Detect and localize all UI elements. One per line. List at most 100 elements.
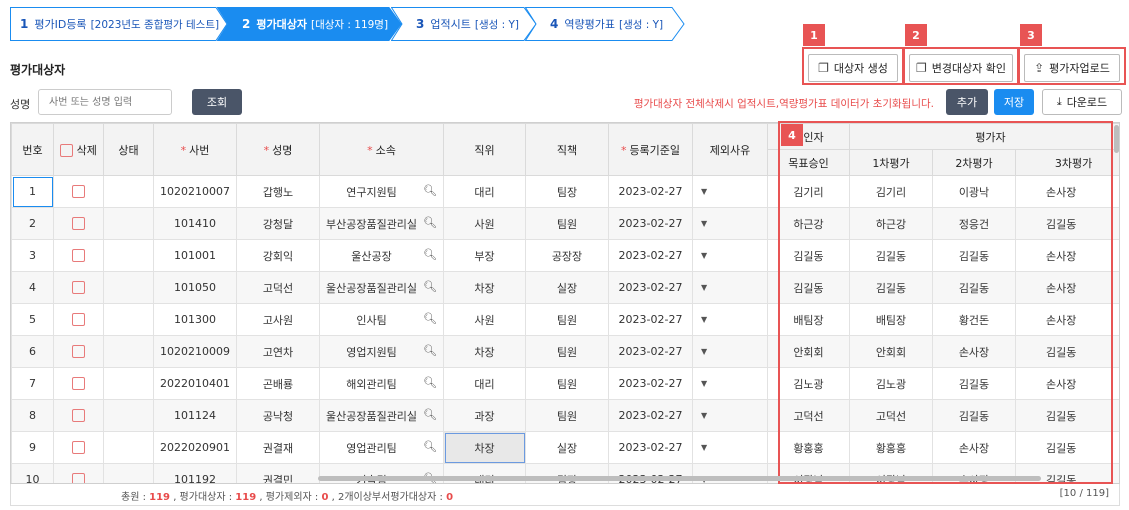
- cell-name[interactable]: 고사원: [236, 303, 320, 336]
- chevron-down-icon[interactable]: ▼: [701, 251, 707, 260]
- cell-empno[interactable]: 1020210009: [153, 335, 237, 368]
- cell-duty[interactable]: 실장: [525, 271, 609, 304]
- cell-exclude[interactable]: ▼: [692, 367, 768, 400]
- cell-regdate[interactable]: 2023-02-27: [608, 271, 693, 304]
- cell-empno[interactable]: 101300: [153, 303, 237, 336]
- cell-position[interactable]: 대리: [443, 367, 526, 400]
- cell-position[interactable]: 차장: [443, 271, 526, 304]
- cell-name[interactable]: 갑행노: [236, 175, 320, 208]
- cell-dept[interactable]: 인사팀 🔍︎: [319, 303, 444, 336]
- cell-empno[interactable]: 101192: [153, 463, 237, 483]
- chevron-down-icon[interactable]: ▼: [701, 379, 707, 388]
- cell-empno[interactable]: 2022010401: [153, 367, 237, 400]
- cell-position[interactable]: 사원: [443, 303, 526, 336]
- step-1[interactable]: 1 평가ID등록 [2023년도 종합평가 테스트]: [10, 7, 228, 41]
- delete-checkbox[interactable]: [72, 377, 85, 391]
- search-icon[interactable]: 🔍︎: [423, 280, 437, 293]
- cell-dept[interactable]: 영업관리팀 🔍︎: [319, 431, 444, 464]
- search-icon[interactable]: 🔍︎: [423, 184, 437, 197]
- cell-regdate[interactable]: 2023-02-27: [608, 399, 693, 432]
- search-icon[interactable]: 🔍︎: [423, 216, 437, 229]
- search-icon[interactable]: 🔍︎: [423, 376, 437, 389]
- cell-duty[interactable]: 팀원: [525, 399, 609, 432]
- cell-name[interactable]: 강회익: [236, 239, 320, 272]
- cell-name[interactable]: 고덕선: [236, 271, 320, 304]
- search-icon[interactable]: 🔍︎: [423, 344, 437, 357]
- search-icon[interactable]: 🔍︎: [423, 440, 437, 453]
- search-icon[interactable]: 🔍︎: [423, 248, 437, 261]
- cell-regdate[interactable]: 2023-02-27: [608, 207, 693, 240]
- cell-duty[interactable]: 팀원: [525, 335, 609, 368]
- cell-regdate[interactable]: 2023-02-27: [608, 239, 693, 272]
- chevron-down-icon[interactable]: ▼: [701, 347, 707, 356]
- cell-exclude[interactable]: ▼: [692, 431, 768, 464]
- chevron-down-icon[interactable]: ▼: [701, 283, 707, 292]
- check-changed-button[interactable]: ❐ 변경대상자 확인: [909, 54, 1013, 82]
- cell-regdate[interactable]: 2023-02-27: [608, 431, 693, 464]
- cell-exclude[interactable]: ▼: [692, 303, 768, 336]
- cell-dept[interactable]: 연구지원팀 🔍︎: [319, 175, 444, 208]
- create-target-button[interactable]: ❐ 대상자 생성: [808, 54, 898, 82]
- cell-duty[interactable]: 팀원: [525, 367, 609, 400]
- cell-empno[interactable]: 101050: [153, 271, 237, 304]
- delete-checkbox[interactable]: [72, 473, 85, 483]
- upload-evaluator-button[interactable]: ⇪ 평가자업로드: [1024, 54, 1120, 82]
- step-2[interactable]: 2 평가대상자 [대상자 : 119명]: [217, 7, 402, 41]
- delete-checkbox[interactable]: [72, 345, 85, 359]
- cell-delete[interactable]: [53, 207, 104, 240]
- cell-name[interactable]: 곤배룡: [236, 367, 320, 400]
- cell-name[interactable]: 권결재: [236, 431, 320, 464]
- cell-duty[interactable]: 실장: [525, 431, 609, 464]
- cell-delete[interactable]: [53, 431, 104, 464]
- add-button[interactable]: 추가: [946, 89, 988, 115]
- chevron-down-icon[interactable]: ▼: [701, 411, 707, 420]
- step-3[interactable]: 3 업적시트 [생성 : Y]: [391, 7, 537, 41]
- delete-checkbox[interactable]: [72, 313, 85, 327]
- cell-empno[interactable]: 101001: [153, 239, 237, 272]
- step-4[interactable]: 4 역량평가표 [생성 : Y]: [525, 7, 685, 41]
- cell-empno[interactable]: 1020210007: [153, 175, 237, 208]
- download-button[interactable]: ⤓ 다운로드: [1042, 89, 1122, 115]
- cell-delete[interactable]: [53, 271, 104, 304]
- cell-exclude[interactable]: ▼: [692, 175, 768, 208]
- cell-name[interactable]: 권결민: [236, 463, 320, 483]
- delete-checkbox[interactable]: [72, 441, 85, 455]
- delete-checkbox[interactable]: [72, 185, 85, 199]
- cell-exclude[interactable]: ▼: [692, 271, 768, 304]
- cell-empno[interactable]: 101410: [153, 207, 237, 240]
- search-input[interactable]: [38, 89, 172, 115]
- cell-name[interactable]: 공낙청: [236, 399, 320, 432]
- header-delete[interactable]: 삭제: [53, 123, 104, 176]
- cell-duty[interactable]: 팀장: [525, 175, 609, 208]
- search-icon[interactable]: 🔍︎: [423, 312, 437, 325]
- cell-dept[interactable]: 울산공장 🔍︎: [319, 239, 444, 272]
- cell-dept[interactable]: 부산공장품질관리실 🔍︎: [319, 207, 444, 240]
- cell-delete[interactable]: [53, 239, 104, 272]
- cell-exclude[interactable]: ▼: [692, 239, 768, 272]
- cell-delete[interactable]: [53, 335, 104, 368]
- cell-regdate[interactable]: 2023-02-27: [608, 175, 693, 208]
- cell-duty[interactable]: 팀원: [525, 207, 609, 240]
- chevron-down-icon[interactable]: ▼: [701, 187, 707, 196]
- cell-empno[interactable]: 101124: [153, 399, 237, 432]
- cell-position[interactable]: 사원: [443, 207, 526, 240]
- cell-exclude[interactable]: ▼: [692, 207, 768, 240]
- cell-regdate[interactable]: 2023-02-27: [608, 335, 693, 368]
- delete-checkbox[interactable]: [72, 281, 85, 295]
- delete-checkbox[interactable]: [72, 409, 85, 423]
- cell-dept[interactable]: 영업지원팀 🔍︎: [319, 335, 444, 368]
- delete-checkbox[interactable]: [72, 249, 85, 263]
- cell-exclude[interactable]: ▼: [692, 335, 768, 368]
- cell-position[interactable]: 과장: [443, 399, 526, 432]
- search-icon[interactable]: 🔍︎: [423, 408, 437, 421]
- delete-checkbox[interactable]: [72, 217, 85, 231]
- cell-empno[interactable]: 2022020901: [153, 431, 237, 464]
- cell-position[interactable]: 차장: [443, 335, 526, 368]
- cell-duty[interactable]: 팀원: [525, 303, 609, 336]
- cell-delete[interactable]: [53, 303, 104, 336]
- cell-delete[interactable]: [53, 463, 104, 483]
- cell-regdate[interactable]: 2023-02-27: [608, 303, 693, 336]
- cell-name[interactable]: 고연차: [236, 335, 320, 368]
- cell-dept[interactable]: 울산공장품질관리실 🔍︎: [319, 399, 444, 432]
- cell-position[interactable]: 대리: [443, 175, 526, 208]
